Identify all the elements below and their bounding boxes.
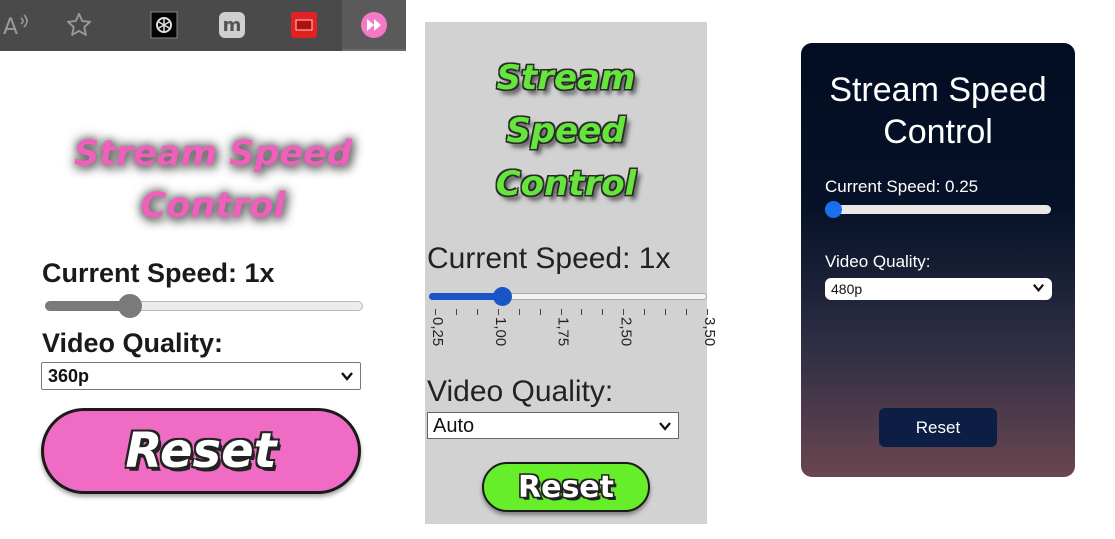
read-aloud-glyph: A	[3, 14, 28, 38]
selected-quality: Auto	[433, 415, 475, 437]
slider-tick-label: 3,50	[701, 317, 718, 347]
popup-title-text: Stream Speed Control	[495, 58, 637, 204]
speed-slider[interactable]	[825, 201, 1051, 218]
selected-quality: 480p	[831, 281, 863, 297]
slider-tick	[665, 309, 667, 315]
svg-text:A: A	[3, 15, 18, 38]
slider-ticks: 0,25 1,00 1,75 2,50 3,50	[429, 309, 718, 359]
stream-speed-extension-icon[interactable]	[360, 11, 388, 44]
active-extension-slot[interactable]	[342, 0, 406, 51]
slider-tick	[686, 309, 688, 315]
slider-tick	[435, 309, 436, 315]
favorite-star-icon[interactable]	[62, 8, 96, 42]
grey-popup: Stream Speed Control Current Speed: 1x 0…	[425, 22, 718, 524]
chevron-down-icon	[340, 367, 354, 388]
slider-tick	[602, 309, 604, 315]
chevron-down-icon	[1032, 281, 1045, 297]
slider-tick	[476, 309, 478, 315]
chevron-down-icon	[658, 416, 672, 439]
slider-track[interactable]	[825, 205, 1051, 214]
selected-quality: 360p	[48, 366, 90, 386]
reset-button[interactable]: Reset	[879, 408, 997, 447]
slider-tick	[560, 309, 562, 315]
speed-slider[interactable]	[429, 287, 709, 306]
slider-tick-label: 1,00	[491, 317, 509, 347]
svg-text:m: m	[223, 15, 242, 36]
read-aloud-icon[interactable]: A	[0, 8, 34, 42]
slider-tick-label: 1,75	[554, 317, 572, 347]
reset-button[interactable]: Reset	[41, 408, 361, 494]
slider-tick	[581, 309, 583, 315]
slider-thumb[interactable]	[493, 287, 513, 306]
popup-title: Stream Speed Control	[73, 134, 352, 226]
current-speed-label: Current Speed: 0.25	[825, 177, 979, 196]
slider-tick	[623, 309, 625, 315]
slider-thumb[interactable]	[825, 201, 842, 218]
slider-tick	[644, 309, 646, 315]
popup-title: Stream Speed Control	[425, 52, 707, 211]
popup-title: Stream Speed Control	[801, 69, 1075, 153]
slider-tick	[518, 309, 520, 315]
reset-button[interactable]: Reset	[482, 462, 650, 512]
slider-tick	[539, 309, 541, 315]
current-speed-label: Current Speed: 1x	[42, 258, 275, 288]
slider-thumb[interactable]	[118, 294, 143, 318]
slider-tick	[497, 309, 499, 315]
slider-tick-label: 2,50	[617, 317, 635, 347]
video-quality-label: Video Quality:	[427, 375, 614, 408]
slider-tick-label: 0,25	[429, 317, 446, 347]
video-quality-select[interactable]: Auto	[427, 412, 679, 439]
speed-slider[interactable]	[45, 294, 363, 318]
video-quality-label: Video Quality:	[825, 252, 931, 271]
video-quality-select[interactable]: 360p	[41, 362, 361, 390]
video-quality-label: Video Quality:	[42, 328, 224, 358]
dark-popup: Stream Speed Control Current Speed: 0.25…	[801, 43, 1075, 477]
extension-screen-icon[interactable]	[287, 8, 321, 42]
extension-cube-icon[interactable]	[147, 8, 181, 42]
slider-tick	[707, 309, 708, 315]
popup-title-text: Stream Speed Control	[829, 71, 1047, 151]
extension-m-icon[interactable]: m	[215, 8, 249, 42]
slider-fill	[429, 293, 503, 300]
video-quality-select[interactable]: 480p	[825, 278, 1052, 300]
current-speed-label: Current Speed: 1x	[427, 242, 671, 275]
browser-toolbar: A m	[0, 0, 406, 51]
slider-tick	[455, 309, 457, 315]
